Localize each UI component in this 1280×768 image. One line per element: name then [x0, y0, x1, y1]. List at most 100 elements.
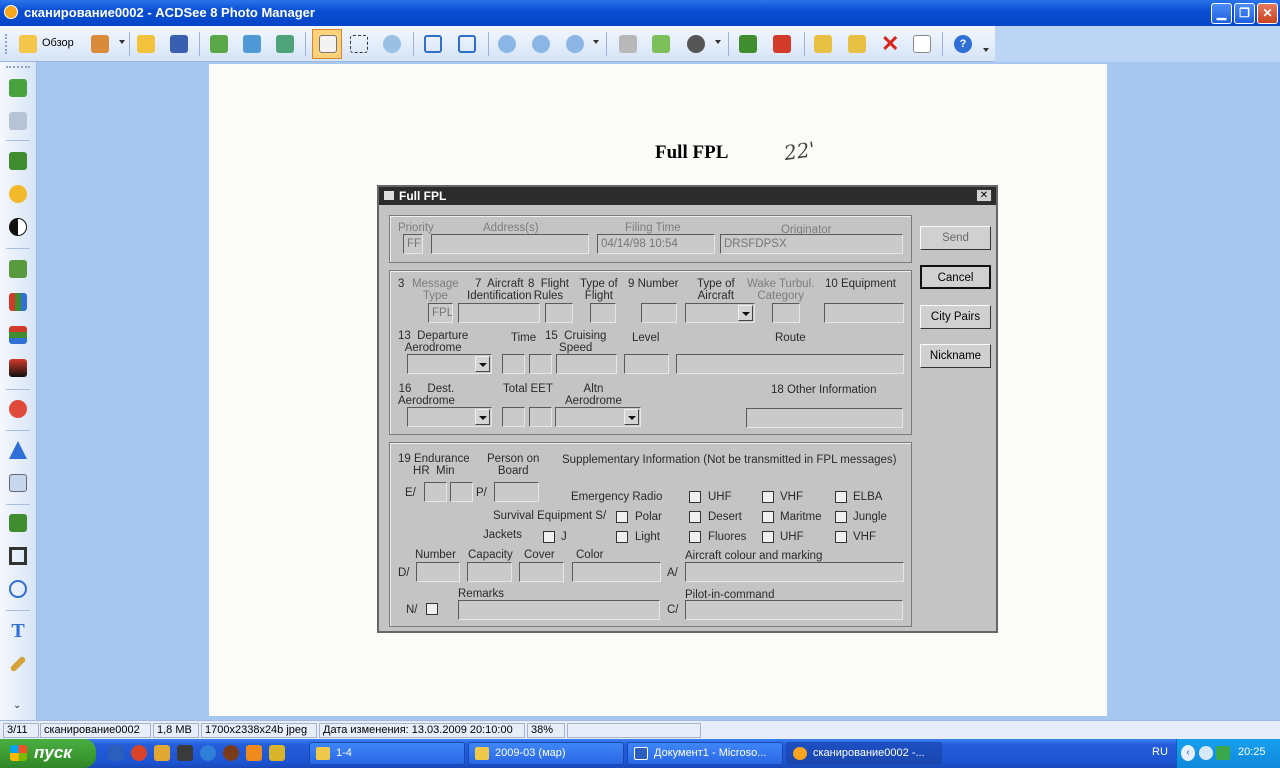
keyboard-quicklaunch-icon[interactable]	[177, 745, 193, 761]
radio-uhf-checkbox[interactable]	[689, 491, 701, 503]
aircraft-identification-field[interactable]	[458, 303, 540, 323]
edit-dropdown-arrow[interactable]	[119, 40, 125, 44]
rotate-right-button[interactable]	[455, 32, 479, 56]
taskbar-item-acdsee[interactable]: сканирование0002 -...	[786, 742, 942, 765]
dinghy-capacity-field[interactable]	[467, 562, 512, 582]
exposure-button[interactable]	[7, 183, 29, 205]
jacket-j-checkbox[interactable]	[543, 531, 555, 543]
toolbar-grip[interactable]	[5, 34, 10, 54]
type-of-flight-field[interactable]	[590, 303, 616, 323]
pilot-in-command-field[interactable]	[685, 600, 903, 620]
export-button[interactable]	[240, 32, 264, 56]
jacket-uhf-checkbox[interactable]	[762, 531, 774, 543]
histogram-button[interactable]	[7, 291, 29, 313]
security-tray-icon[interactable]	[1216, 746, 1230, 760]
number-field[interactable]	[641, 303, 677, 323]
pan-tool-button[interactable]	[312, 29, 342, 59]
wallpaper-button[interactable]	[649, 32, 673, 56]
chevron-down-icon[interactable]	[738, 305, 753, 321]
levels-button[interactable]	[7, 258, 29, 280]
filing-time-field[interactable]: 04/14/98 10:54	[597, 234, 715, 254]
start-button[interactable]: пуск	[0, 739, 96, 768]
acdsee-app-icon[interactable]	[4, 5, 18, 19]
taskbar-item-folder-2009-03[interactable]: 2009-03 (мар)	[468, 742, 624, 765]
dinghy-color-field[interactable]	[572, 562, 661, 582]
contrast-button[interactable]	[7, 216, 29, 238]
total-eet-hours-field[interactable]	[502, 407, 525, 427]
originator-field[interactable]: DRSFDPSX	[720, 234, 903, 254]
red-eye-button[interactable]	[770, 32, 794, 56]
media-quicklaunch-icon[interactable]	[154, 745, 170, 761]
zoom-dropdown-arrow[interactable]	[593, 40, 599, 44]
opera-quicklaunch-icon[interactable]	[131, 745, 147, 761]
zoom-in-button[interactable]	[495, 32, 519, 56]
equipment-field[interactable]	[824, 303, 904, 323]
endurance-hours-field[interactable]	[424, 482, 447, 502]
sidebar-grip[interactable]	[6, 66, 30, 68]
color-balance-button[interactable]	[7, 324, 29, 346]
acquire-button[interactable]	[207, 32, 231, 56]
properties-button[interactable]	[910, 32, 934, 56]
vlc-cone-icon[interactable]	[246, 745, 262, 761]
wake-turbulence-field[interactable]	[772, 303, 800, 323]
slideshow-button[interactable]	[684, 32, 708, 56]
help-button[interactable]: ?	[951, 32, 975, 56]
noise-button[interactable]	[7, 472, 29, 494]
radio-elba-checkbox[interactable]	[835, 491, 847, 503]
clock[interactable]: 20:25	[1238, 746, 1266, 758]
internet-explorer-icon[interactable]	[200, 745, 216, 761]
cruising-speed-field[interactable]	[556, 354, 617, 374]
chevron-down-icon[interactable]	[624, 409, 639, 425]
alternate-aerodrome-combo[interactable]	[555, 407, 641, 427]
nickname-button[interactable]: Nickname	[920, 344, 991, 368]
browse-button[interactable]: Обзор	[16, 32, 76, 56]
move-to-folder-button[interactable]	[845, 32, 869, 56]
rotate-button[interactable]	[7, 578, 29, 600]
magnifier-button[interactable]	[380, 32, 404, 56]
auto-levels-button[interactable]	[7, 150, 29, 172]
delete-button[interactable]: ✕	[878, 32, 902, 56]
minimize-button[interactable]: ▁	[1211, 3, 1232, 24]
survival-polar-checkbox[interactable]	[616, 511, 628, 523]
zoom-mode-button[interactable]	[563, 32, 587, 56]
select-tool-button[interactable]	[347, 32, 371, 56]
dialog-close-icon[interactable]: ✕	[976, 189, 992, 202]
flight-rules-field[interactable]	[545, 303, 573, 323]
city-pairs-button[interactable]: City Pairs	[920, 305, 991, 329]
close-button[interactable]: ✕	[1257, 3, 1278, 24]
convert-button[interactable]	[273, 32, 297, 56]
red-eye-tool-button[interactable]	[7, 398, 29, 420]
endurance-minutes-field[interactable]	[450, 482, 473, 502]
departure-aerodrome-combo[interactable]	[407, 354, 492, 374]
sharpen-button[interactable]	[7, 439, 29, 461]
message-type-field[interactable]: FPL	[428, 303, 453, 323]
survival-desert-checkbox[interactable]	[689, 511, 701, 523]
maximize-button[interactable]: ❐	[1234, 3, 1255, 24]
persons-on-board-field[interactable]	[494, 482, 539, 502]
departure-time-hours-field[interactable]	[502, 354, 525, 374]
repair-button[interactable]	[7, 653, 29, 675]
total-eet-minutes-field[interactable]	[529, 407, 552, 427]
jacket-fluores-checkbox[interactable]	[689, 531, 701, 543]
network-tray-icon[interactable]	[1199, 746, 1213, 760]
type-of-aircraft-combo[interactable]	[685, 303, 755, 323]
grayscale-button[interactable]	[7, 357, 29, 379]
status-zoom[interactable]: 38%	[527, 723, 565, 738]
player-quicklaunch-icon[interactable]	[223, 745, 239, 761]
survival-jungle-checkbox[interactable]	[835, 511, 847, 523]
level-field[interactable]	[624, 354, 669, 374]
language-indicator[interactable]: RU	[1152, 746, 1168, 758]
undo-button[interactable]	[7, 77, 29, 99]
route-field[interactable]	[676, 354, 904, 374]
taskbar-item-word-document[interactable]: Документ1 - Microso...	[627, 742, 783, 765]
chevron-down-icon[interactable]	[475, 356, 490, 372]
other-information-field[interactable]	[746, 408, 903, 428]
open-button[interactable]	[134, 32, 158, 56]
effects-button[interactable]	[7, 512, 29, 534]
rotate-left-button[interactable]	[421, 32, 445, 56]
cancel-button[interactable]: Cancel	[920, 265, 991, 289]
jacket-vhf-checkbox[interactable]	[835, 531, 847, 543]
taskbar-item-folder-1-4[interactable]: 1-4	[309, 742, 465, 765]
sidebar-scroll-down-icon[interactable]: ⌄	[13, 700, 21, 711]
jacket-light-checkbox[interactable]	[616, 531, 628, 543]
